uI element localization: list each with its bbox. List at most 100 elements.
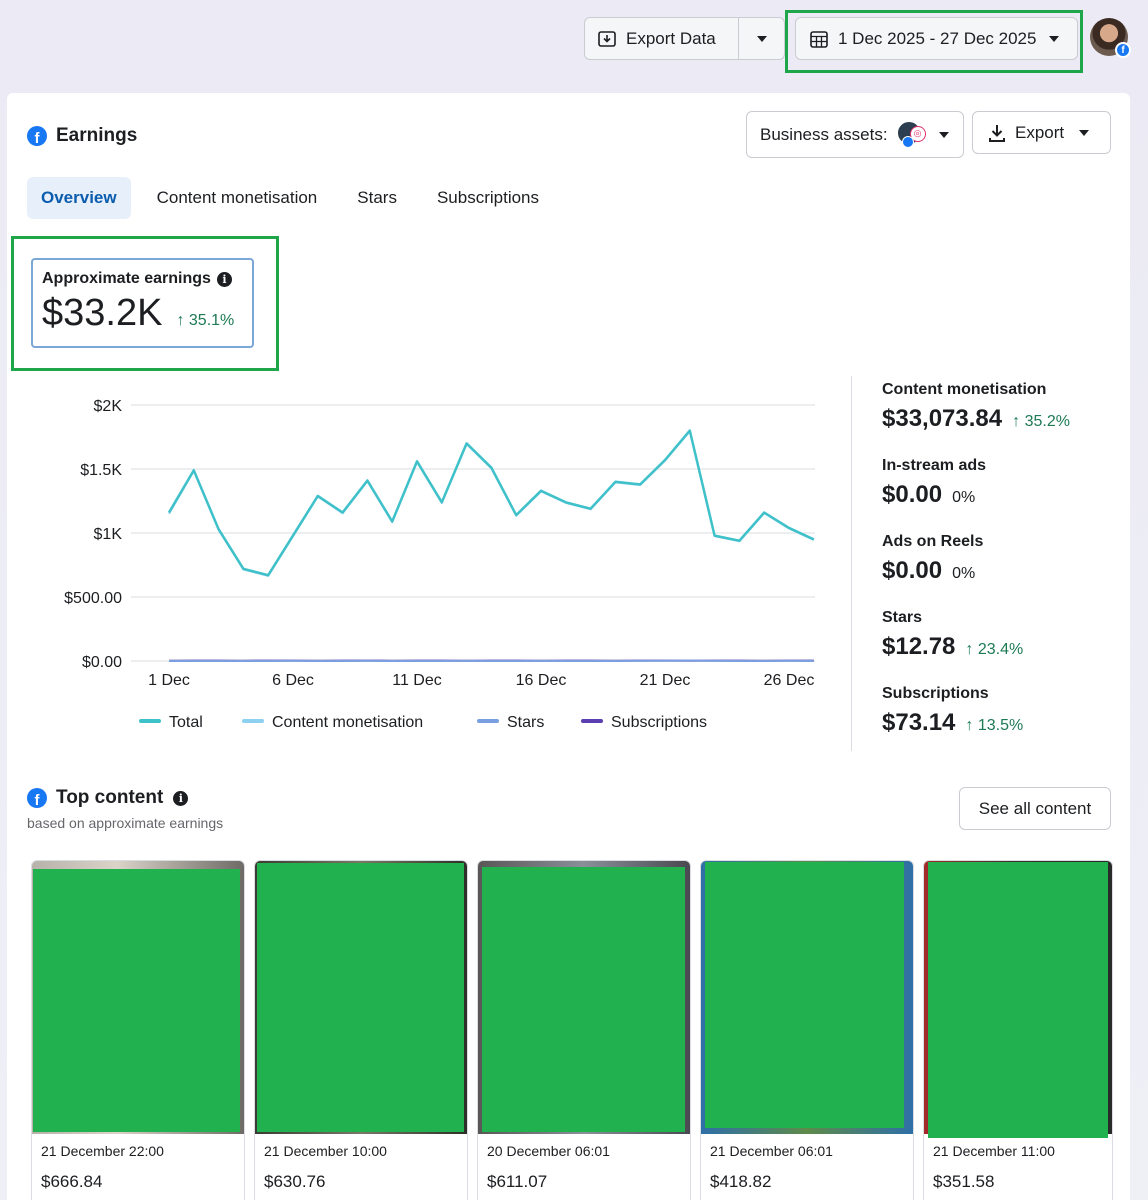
x-tick-label: 11 Dec bbox=[392, 672, 442, 689]
earnings-title: Earnings bbox=[56, 125, 138, 146]
summary-row: $33,073.84 ↑ 35.2% bbox=[882, 405, 1121, 433]
tab-content-monetisation[interactable]: Content monetisation bbox=[143, 177, 332, 219]
y-tick-label: $2K bbox=[94, 398, 123, 415]
content-tile[interactable]: 21 December 11:00 $351.58 bbox=[923, 860, 1113, 1200]
date-range-picker[interactable]: 1 Dec 2025 - 27 Dec 2025 bbox=[795, 17, 1078, 60]
top-content-title: Top content bbox=[56, 787, 164, 808]
business-assets-label: Business assets: bbox=[760, 124, 888, 144]
caret-down-icon bbox=[1079, 129, 1090, 136]
legend-label: Content monetisation bbox=[272, 714, 423, 731]
summary-change-value: 0% bbox=[952, 565, 976, 582]
summary-label: Subscriptions bbox=[882, 685, 989, 702]
summary-row: $0.00 0% bbox=[882, 557, 1121, 585]
summary-stars: Stars $12.78 ↑ 23.4% bbox=[882, 604, 1121, 680]
summary-change: ↑ 13.5% bbox=[965, 717, 1023, 735]
business-assets-dropdown[interactable]: Business assets: ◎ bbox=[746, 111, 964, 158]
arrow-up-icon: ↑ bbox=[965, 641, 974, 658]
export-data-label: Export Data bbox=[626, 28, 716, 48]
facebook-icon bbox=[901, 135, 914, 148]
content-date: 20 December 06:01 bbox=[487, 1143, 610, 1159]
summary-label: In-stream ads bbox=[882, 457, 987, 474]
x-tick-label: 1 Dec bbox=[148, 672, 190, 689]
summary-subscriptions: Subscriptions $73.14 ↑ 13.5% bbox=[882, 680, 1121, 756]
content-tile[interactable]: 21 December 10:00 $630.76 bbox=[254, 860, 468, 1200]
x-tick-label: 26 Dec bbox=[764, 672, 815, 689]
summary-change-value: 23.4% bbox=[977, 641, 1024, 658]
summary-row: $12.78 ↑ 23.4% bbox=[882, 633, 1121, 661]
earnings-breakdown: Content monetisation $33,073.84 ↑ 35.2% I… bbox=[851, 376, 1121, 751]
summary-label: Stars bbox=[882, 609, 923, 626]
content-date: 21 December 22:00 bbox=[41, 1143, 164, 1159]
business-assets-avatars: ◎ bbox=[895, 119, 930, 150]
caret-down-icon bbox=[1049, 35, 1060, 42]
series-line-content-monetisation bbox=[168, 430, 815, 577]
content-earnings: $351.58 bbox=[933, 1172, 995, 1191]
content-tile[interactable]: 21 December 06:01 $418.82 bbox=[700, 860, 914, 1200]
export-data-button[interactable]: Export Data bbox=[585, 18, 739, 59]
legend-label: Total bbox=[169, 714, 203, 731]
export-label: Export bbox=[1015, 122, 1065, 142]
calendar-icon bbox=[810, 30, 828, 48]
earnings-header: f Earnings bbox=[27, 125, 137, 147]
summary-change-value: 0% bbox=[952, 489, 976, 506]
tab-stars[interactable]: Stars bbox=[343, 177, 411, 219]
download-tray-icon bbox=[598, 30, 616, 47]
x-tick-label: 6 Dec bbox=[272, 672, 314, 689]
summary-change: ↑ 23.4% bbox=[965, 641, 1023, 659]
earnings-change: ↑ 35.1% bbox=[176, 312, 234, 330]
summary-value: $0.00 bbox=[882, 481, 943, 508]
tab-subscriptions[interactable]: Subscriptions bbox=[423, 177, 553, 219]
top-content-header: f Top content i bbox=[27, 787, 189, 809]
approximate-earnings-card[interactable]: Approximate earnings i $33.2K ↑ 35.1% bbox=[31, 258, 254, 348]
tab-overview[interactable]: Overview bbox=[27, 177, 131, 219]
approximate-earnings-heading: Approximate earnings i bbox=[42, 270, 252, 288]
y-tick-label: $500.00 bbox=[64, 590, 122, 607]
download-icon bbox=[989, 124, 1005, 142]
content-date: 21 December 10:00 bbox=[264, 1143, 387, 1159]
profile-avatar[interactable]: f bbox=[1090, 18, 1131, 58]
x-tick-label: 21 Dec bbox=[640, 672, 691, 689]
info-icon[interactable]: i bbox=[173, 790, 189, 806]
earnings-card: f Earnings Business assets: ◎ Export Ove… bbox=[7, 93, 1130, 1200]
redacted-thumbnail bbox=[482, 867, 685, 1132]
summary-content-monetisation: Content monetisation $33,073.84 ↑ 35.2% bbox=[882, 376, 1121, 452]
facebook-badge-icon: f bbox=[1115, 42, 1131, 58]
export-button[interactable]: Export bbox=[972, 111, 1111, 154]
see-all-content-button[interactable]: See all content bbox=[959, 787, 1111, 830]
y-tick-label: $1.5K bbox=[80, 462, 122, 479]
content-date: 21 December 11:00 bbox=[933, 1143, 1055, 1159]
summary-change-value: 13.5% bbox=[977, 717, 1024, 734]
earnings-value: $33.2K bbox=[42, 292, 163, 334]
summary-value: $73.14 bbox=[882, 709, 956, 736]
series-line-total bbox=[167, 429, 815, 577]
content-earnings: $611.07 bbox=[487, 1172, 548, 1191]
content-earnings: $630.76 bbox=[264, 1172, 326, 1191]
earnings-value-row: $33.2K ↑ 35.1% bbox=[42, 292, 252, 335]
summary-row: $0.00 0% bbox=[882, 481, 1121, 509]
summary-row: $73.14 ↑ 13.5% bbox=[882, 709, 1121, 737]
redacted-thumbnail bbox=[257, 863, 464, 1132]
facebook-icon: f bbox=[27, 126, 47, 146]
x-tick-label: 16 Dec bbox=[516, 672, 567, 689]
content-earnings: $418.82 bbox=[710, 1172, 772, 1191]
summary-value: $33,073.84 bbox=[882, 405, 1003, 432]
info-icon[interactable]: i bbox=[216, 271, 232, 287]
arrow-up-icon: ↑ bbox=[965, 717, 974, 734]
y-tick-label: $0.00 bbox=[82, 654, 122, 671]
content-tile[interactable]: 20 December 06:01 $611.07 bbox=[477, 860, 691, 1200]
y-tick-label: $1K bbox=[94, 526, 123, 543]
caret-down-icon bbox=[756, 35, 767, 42]
redacted-thumbnail bbox=[928, 862, 1108, 1138]
earnings-tabs: Overview Content monetisation Stars Subs… bbox=[27, 177, 565, 219]
earnings-change-value: 35.1% bbox=[188, 312, 235, 329]
summary-value: $12.78 bbox=[882, 633, 956, 660]
arrow-up-icon: ↑ bbox=[1012, 413, 1021, 430]
export-data-dropdown[interactable] bbox=[739, 18, 784, 59]
summary-label: Ads on Reels bbox=[882, 533, 984, 550]
content-tile[interactable]: 21 December 22:00 $666.84 bbox=[31, 860, 245, 1200]
summary-label: Content monetisation bbox=[882, 381, 1047, 398]
facebook-icon: f bbox=[27, 788, 47, 808]
summary-in-stream-ads: In-stream ads $0.00 0% bbox=[882, 452, 1121, 528]
date-range-label: 1 Dec 2025 - 27 Dec 2025 bbox=[838, 28, 1037, 48]
earnings-line-chart: $2K $1.5K $1K $500.00 $0.00 1 Dec 6 Dec 11 Dec 1… bbox=[64, 398, 815, 731]
